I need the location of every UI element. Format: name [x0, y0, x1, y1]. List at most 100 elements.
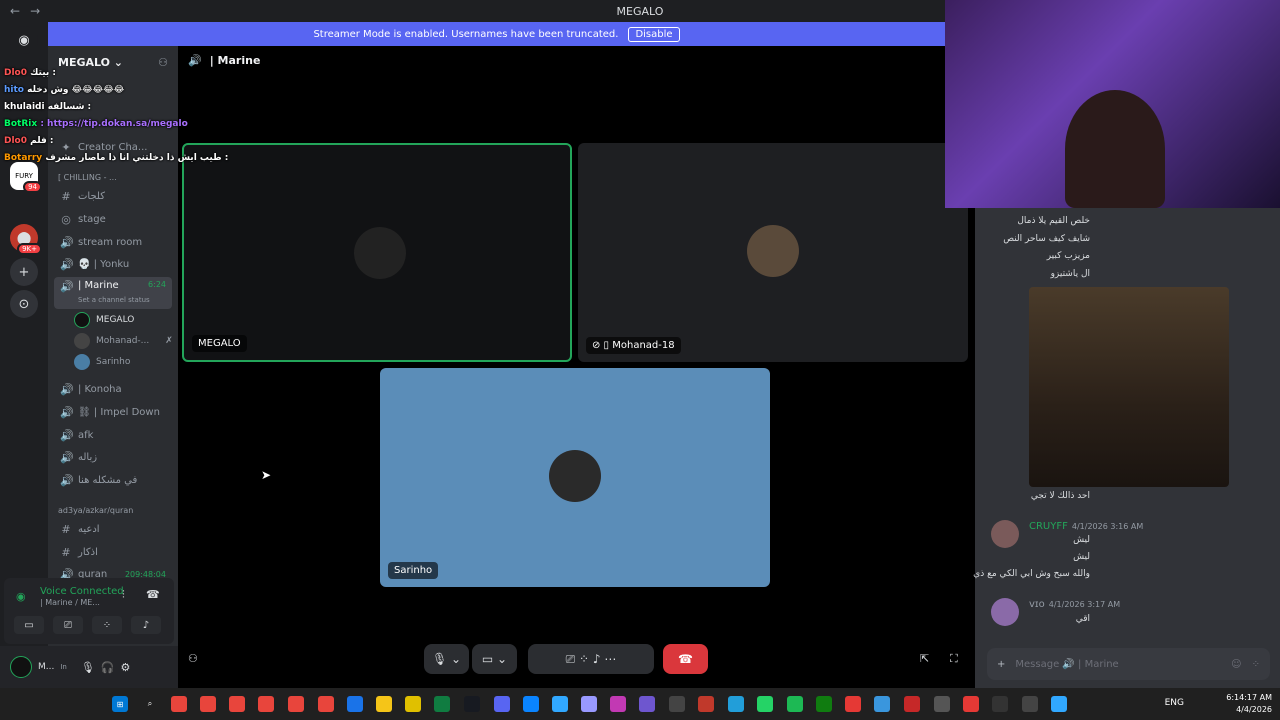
spotify-icon[interactable]	[787, 696, 803, 712]
chrome-icon[interactable]	[318, 696, 334, 712]
edge-icon[interactable]	[523, 696, 539, 712]
channel-item[interactable]: 🔊 زباله	[54, 447, 172, 467]
chrome-icon[interactable]	[258, 696, 274, 712]
photoshop-icon[interactable]	[1051, 696, 1067, 712]
channel-marine[interactable]: 🔊 | Marine 6:24	[54, 277, 172, 309]
app-icon[interactable]	[405, 696, 421, 712]
chat-line: اقي	[1075, 614, 1090, 624]
avatar[interactable]	[10, 656, 32, 678]
disable-button[interactable]: Disable	[628, 26, 680, 42]
channel-konoha[interactable]: 🔊 | Konoha	[54, 379, 172, 399]
channel-yonku[interactable]: 🔊 💀 | Yonku	[54, 254, 172, 274]
channel-impel-down[interactable]: 🔊 ⛓ | Impel Down	[54, 402, 172, 422]
disconnect-icon[interactable]: ☎	[146, 588, 160, 601]
server-header[interactable]: MEGALO ⌄ ⚇	[48, 46, 178, 78]
video-tile[interactable]: ⊘ ▯ Mohanad-18	[578, 143, 968, 362]
app-icon[interactable]	[904, 696, 920, 712]
popout-icon[interactable]: ⇱	[920, 652, 929, 665]
video-tile[interactable]: MEGALO	[182, 143, 572, 362]
channel-item[interactable]: # اذكار	[54, 542, 172, 562]
username[interactable]: M...	[38, 662, 54, 672]
emoji-icon[interactable]: ☺	[1231, 659, 1241, 670]
channel-creator[interactable]: ✦ Creator Cha...	[54, 137, 172, 157]
voice-user[interactable]: Sarinho	[74, 352, 130, 372]
app-icon[interactable]	[992, 696, 1008, 712]
channel-afk[interactable]: 🔊 afk	[54, 425, 172, 445]
guild-fury-icon[interactable]: FURY 94	[10, 162, 42, 193]
apps-icon[interactable]: ⁘	[1252, 659, 1260, 670]
microphone-button[interactable]: 🎙 ⌄	[424, 644, 469, 674]
file-explorer-icon[interactable]	[376, 696, 392, 712]
camera-button[interactable]: ▭ ⌄	[472, 644, 517, 674]
app-icon[interactable]	[963, 696, 979, 712]
category-quran[interactable]: ad3ya/azkar/quran	[58, 506, 133, 515]
channel-item[interactable]: 🔊 في مشكله هنا	[54, 470, 172, 490]
chrome-icon[interactable]	[171, 696, 187, 712]
app-icon[interactable]	[874, 696, 890, 712]
add-attachment-icon[interactable]: +	[997, 659, 1005, 670]
channel-icon: ✦	[61, 140, 71, 154]
noise-suppression-icon[interactable]: ⫶	[122, 588, 125, 602]
tile-name: Sarinho	[388, 562, 439, 579]
app-icon[interactable]	[934, 696, 950, 712]
discord-icon[interactable]	[494, 696, 510, 712]
app-icon[interactable]	[639, 696, 655, 712]
camera-off-icon[interactable]: ▭	[14, 616, 44, 634]
guild-folder-icon[interactable]: ⬤ 9K+	[10, 224, 42, 255]
headphones-icon[interactable]: 🎧	[101, 661, 115, 674]
message-placeholder[interactable]: Message 🔊 | Marine	[1015, 659, 1221, 670]
activity-buttons[interactable]: ⎚ ⁘ ♪ ⋯	[528, 644, 654, 674]
channel-stage[interactable]: ◎ stage	[54, 209, 172, 229]
avatar[interactable]	[991, 520, 1019, 548]
channel-status[interactable]: Set a channel status	[78, 296, 150, 304]
signal-icon[interactable]: ◉	[16, 590, 26, 603]
add-server-icon[interactable]: +	[10, 258, 38, 286]
channel-stream-room[interactable]: 🔊 stream room	[54, 232, 172, 252]
app-icon[interactable]	[347, 696, 363, 712]
invite-icon[interactable]: ⚇	[188, 652, 198, 665]
chrome-icon[interactable]	[288, 696, 304, 712]
avatar	[747, 225, 799, 277]
voice-user[interactable]: Mohanad-... ✗	[74, 331, 173, 351]
channel-item[interactable]: # ادعيه	[54, 519, 172, 539]
search-icon[interactable]: ⌕	[142, 696, 158, 712]
start-icon[interactable]: ⊞	[112, 696, 128, 712]
app-icon[interactable]	[1022, 696, 1038, 712]
app-icon[interactable]	[845, 696, 861, 712]
microphone-icon[interactable]: 🎙	[81, 661, 95, 674]
category-chilling[interactable]: [ CHILLING - ...	[58, 173, 117, 182]
add-member-icon[interactable]: ⚇	[158, 56, 168, 69]
chat-line: مزيزب كبير	[1046, 251, 1090, 261]
app-icon[interactable]	[610, 696, 626, 712]
chrome-icon[interactable]	[229, 696, 245, 712]
premiere-icon[interactable]	[581, 696, 597, 712]
activities-icon[interactable]: ⁘	[92, 616, 122, 634]
message-input[interactable]: + Message 🔊 | Marine ☺ ⁘	[987, 648, 1270, 680]
steam-icon[interactable]	[464, 696, 480, 712]
message-author[interactable]: ᴠɪᴏ 4/1/2026 3:17 AM	[1029, 599, 1120, 610]
app-icon[interactable]	[698, 696, 714, 712]
photoshop-icon[interactable]	[552, 696, 568, 712]
whatsapp-icon[interactable]	[757, 696, 773, 712]
avatar[interactable]	[991, 598, 1019, 626]
discover-icon[interactable]: ⊙	[10, 290, 38, 318]
excel-icon[interactable]	[434, 696, 450, 712]
channel-item[interactable]: # كلجات	[54, 186, 172, 206]
gif-image[interactable]	[1029, 287, 1229, 487]
discord-home-icon[interactable]: ◉	[10, 26, 38, 54]
soundboard-icon[interactable]: ♪	[131, 616, 161, 634]
xbox-icon[interactable]	[816, 696, 832, 712]
video-tile[interactable]: Sarinho	[380, 368, 770, 587]
language-indicator[interactable]: ENG	[1165, 698, 1184, 708]
voice-connected-sub[interactable]: | Marine / ME...	[40, 598, 100, 607]
settings-gear-icon[interactable]: ⚙	[121, 661, 131, 674]
screen-share-icon[interactable]: ⎚	[53, 616, 83, 634]
voice-user[interactable]: MEGALO	[74, 310, 134, 330]
chrome-icon[interactable]	[200, 696, 216, 712]
end-call-button[interactable]: ☎	[663, 644, 708, 674]
fullscreen-icon[interactable]: ⛶	[950, 652, 958, 666]
app-icon[interactable]	[669, 696, 685, 712]
telegram-icon[interactable]	[728, 696, 744, 712]
system-clock[interactable]: 6:14:17 AM 4/4/2026	[1226, 692, 1272, 716]
message-author[interactable]: CRUYFF 4/1/2026 3:16 AM	[1029, 521, 1143, 532]
